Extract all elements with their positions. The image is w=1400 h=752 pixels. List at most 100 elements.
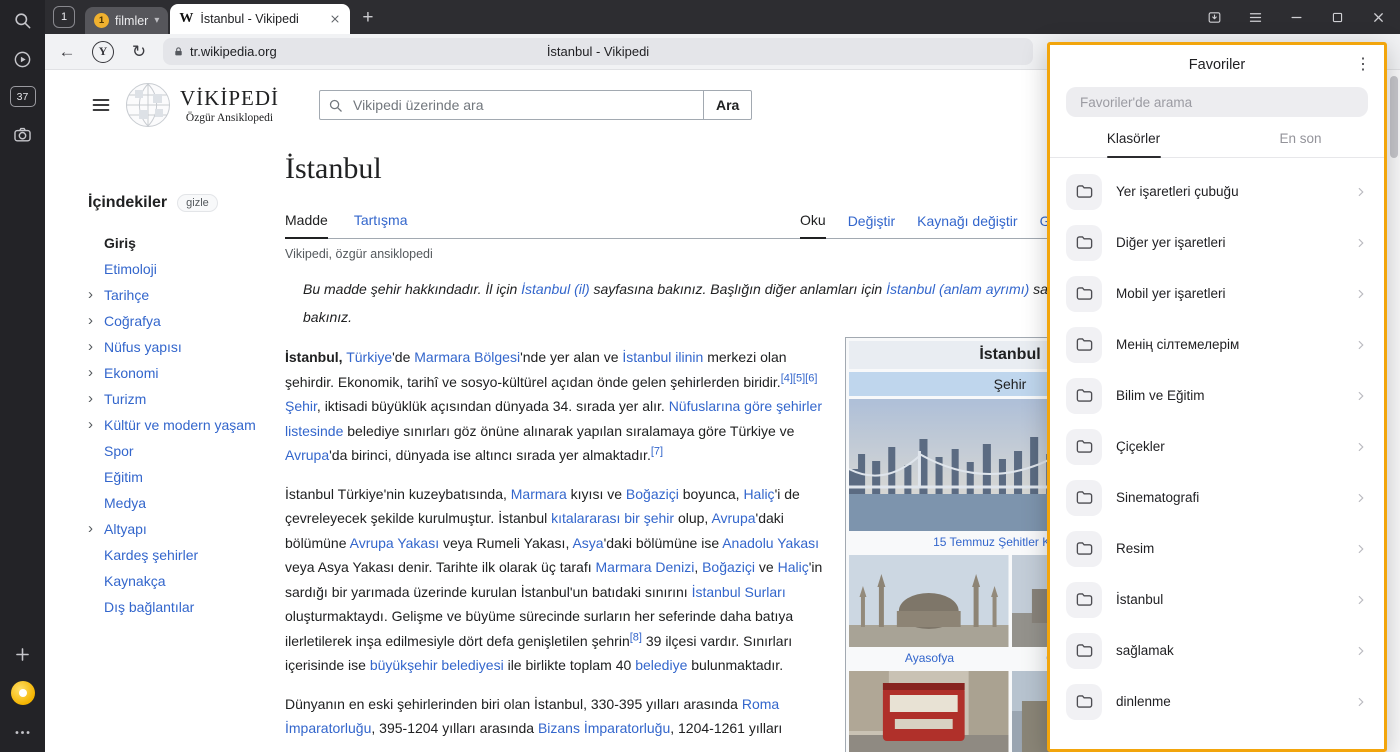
wiki-link[interactable]: Haliç bbox=[778, 559, 809, 575]
wiki-link[interactable]: Marmara Bölgesi bbox=[414, 349, 520, 365]
wiki-link[interactable]: Avrupa bbox=[711, 510, 755, 526]
folder-item[interactable]: Çiçekler bbox=[1050, 421, 1384, 472]
maximize-icon[interactable] bbox=[1330, 10, 1345, 25]
toc-item[interactable]: ›Turizm bbox=[88, 386, 285, 412]
wikipedia-wordmark[interactable]: VİKİPEDİ Özgür Ansiklopedi bbox=[180, 86, 279, 124]
folder-item[interactable]: Sinematografi bbox=[1050, 472, 1384, 523]
wiki-link[interactable]: Haliç bbox=[743, 486, 774, 502]
wiki-link[interactable]: Avrupa Yakası bbox=[350, 535, 440, 551]
page-tab-kaynağı-değiştir[interactable]: Kaynağı değiştir bbox=[917, 213, 1017, 238]
active-tab[interactable]: W İstanbul - Vikipedi bbox=[170, 4, 350, 34]
wiki-link[interactable]: Avrupa bbox=[285, 447, 329, 463]
more-options-icon[interactable] bbox=[11, 720, 35, 744]
toc-item[interactable]: Spor bbox=[88, 438, 285, 464]
toc-expand-icon[interactable]: › bbox=[88, 286, 93, 303]
wiki-link[interactable]: İstanbul (anlam ayrımı) bbox=[886, 281, 1029, 297]
wiki-link[interactable]: Boğaziçi bbox=[626, 486, 679, 502]
search-icon[interactable] bbox=[11, 8, 35, 32]
wiki-link[interactable]: Türkiye bbox=[346, 349, 392, 365]
minimize-icon[interactable] bbox=[1289, 10, 1304, 25]
wiki-link[interactable]: Şehir bbox=[285, 398, 317, 414]
infobox-image-tram[interactable] bbox=[849, 671, 1009, 752]
wiki-link[interactable]: Bizans İmparatorluğu bbox=[538, 720, 670, 736]
alice-icon[interactable] bbox=[11, 681, 35, 705]
wiki-search-input[interactable] bbox=[351, 96, 703, 114]
toc-item[interactable]: ›Ekonomi bbox=[88, 360, 285, 386]
hamburger-menu-icon[interactable] bbox=[91, 95, 111, 115]
toc-item[interactable]: Giriş bbox=[88, 230, 285, 256]
toc-expand-icon[interactable]: › bbox=[88, 390, 93, 407]
toc-expand-icon[interactable]: › bbox=[88, 338, 93, 355]
refresh-icon[interactable]: ↻ bbox=[125, 42, 153, 62]
close-window-icon[interactable] bbox=[1371, 10, 1386, 25]
favorites-tab-en-son[interactable]: En son bbox=[1217, 131, 1384, 157]
kebab-menu-icon[interactable]: ⋮ bbox=[1355, 54, 1371, 74]
wiki-link[interactable]: büyükşehir belediyesi bbox=[370, 657, 504, 673]
page-tab-değiştir[interactable]: Değiştir bbox=[848, 213, 895, 238]
toc-item[interactable]: ›Kültür ve modern yaşam bbox=[88, 412, 285, 438]
notifications-count-badge[interactable]: 37 bbox=[10, 86, 36, 107]
toc-item[interactable]: Etimoloji bbox=[88, 256, 285, 282]
toc-hide-button[interactable]: gizle bbox=[177, 194, 218, 212]
page-scrollbar[interactable] bbox=[1386, 70, 1400, 752]
toc-expand-icon[interactable]: › bbox=[88, 364, 93, 381]
toc-item[interactable]: Dış bağlantılar bbox=[88, 594, 285, 620]
folder-item[interactable]: Resim bbox=[1050, 523, 1384, 574]
toc-item[interactable]: ›Coğrafya bbox=[88, 308, 285, 334]
folder-item[interactable]: Mobil yer işaretleri bbox=[1050, 268, 1384, 319]
favorites-search-input[interactable] bbox=[1078, 94, 1356, 111]
toc-item[interactable]: Eğitim bbox=[88, 464, 285, 490]
favorites-search[interactable] bbox=[1066, 87, 1368, 117]
menu-icon[interactable] bbox=[1248, 10, 1263, 25]
wiki-search-button[interactable]: Ara bbox=[704, 90, 752, 120]
scrollbar-thumb[interactable] bbox=[1390, 76, 1398, 158]
wiki-link[interactable]: belediye bbox=[635, 657, 687, 673]
tab-counter[interactable]: 1 bbox=[53, 6, 75, 28]
infobox-image-ayasofya[interactable] bbox=[849, 555, 1009, 647]
wiki-link[interactable]: Asya bbox=[572, 535, 603, 551]
downloads-icon[interactable] bbox=[1207, 10, 1222, 25]
folder-item[interactable]: dinlenme bbox=[1050, 676, 1384, 727]
favorites-tab-klasörler[interactable]: Klasörler bbox=[1050, 131, 1217, 157]
toc-item[interactable]: ›Tarihçe bbox=[88, 282, 285, 308]
close-tab-icon[interactable] bbox=[329, 13, 341, 25]
add-panel-icon[interactable] bbox=[11, 642, 35, 666]
yandex-button[interactable]: Y bbox=[89, 41, 117, 63]
wiki-link[interactable]: Marmara Denizi bbox=[596, 559, 695, 575]
back-icon[interactable]: ← bbox=[53, 42, 81, 62]
folder-item[interactable]: Yer işaretleri çubuğu bbox=[1050, 166, 1384, 217]
toc-item[interactable]: ›Altyapı bbox=[88, 516, 285, 542]
reference-link[interactable]: [7] bbox=[651, 445, 663, 457]
toc-expand-icon[interactable]: › bbox=[88, 416, 93, 433]
toc-item[interactable]: Medya bbox=[88, 490, 285, 516]
wikipedia-globe-logo[interactable] bbox=[125, 82, 171, 128]
folder-item[interactable]: Менің сілтемелерім bbox=[1050, 319, 1384, 370]
infobox-caption-ayasofya[interactable]: Ayasofya bbox=[849, 647, 1010, 668]
toc-expand-icon[interactable]: › bbox=[88, 520, 93, 537]
reference-link[interactable]: [8] bbox=[630, 631, 642, 643]
wiki-link[interactable]: İstanbul (il) bbox=[521, 281, 589, 297]
wiki-link[interactable]: Boğaziçi bbox=[702, 559, 755, 575]
toc-item[interactable]: ›Nüfus yapısı bbox=[88, 334, 285, 360]
folder-item[interactable]: Bilim ve Eğitim bbox=[1050, 370, 1384, 421]
wiki-link[interactable]: kıtalararası bir şehir bbox=[551, 510, 674, 526]
page-tab-oku[interactable]: Oku bbox=[800, 212, 826, 239]
wiki-link[interactable]: Marmara bbox=[511, 486, 567, 502]
page-tab-madde[interactable]: Madde bbox=[285, 212, 328, 239]
video-icon[interactable] bbox=[11, 47, 35, 71]
page-tab-tartışma[interactable]: Tartışma bbox=[354, 212, 408, 238]
folder-item[interactable]: sağlamak bbox=[1050, 625, 1384, 676]
camera-icon[interactable] bbox=[11, 122, 35, 146]
wiki-link[interactable]: Anadolu Yakası bbox=[722, 535, 819, 551]
folder-item[interactable]: İstanbul bbox=[1050, 574, 1384, 625]
wiki-search-box[interactable] bbox=[319, 90, 704, 120]
folder-item[interactable]: Diğer yer işaretleri bbox=[1050, 217, 1384, 268]
new-tab-button[interactable]: + bbox=[362, 8, 373, 27]
reference-link[interactable]: [4][5][6] bbox=[781, 372, 818, 384]
toc-item[interactable]: Kaynakça bbox=[88, 568, 285, 594]
address-bar[interactable]: tr.wikipedia.org İstanbul - Vikipedi bbox=[163, 38, 1033, 65]
toc-item[interactable]: Kardeş şehirler bbox=[88, 542, 285, 568]
tab-group-filmler[interactable]: 1 filmler ▾ bbox=[85, 7, 168, 34]
wiki-link[interactable]: İstanbul ilinin bbox=[622, 349, 703, 365]
wiki-link[interactable]: İstanbul Surları bbox=[692, 584, 786, 600]
